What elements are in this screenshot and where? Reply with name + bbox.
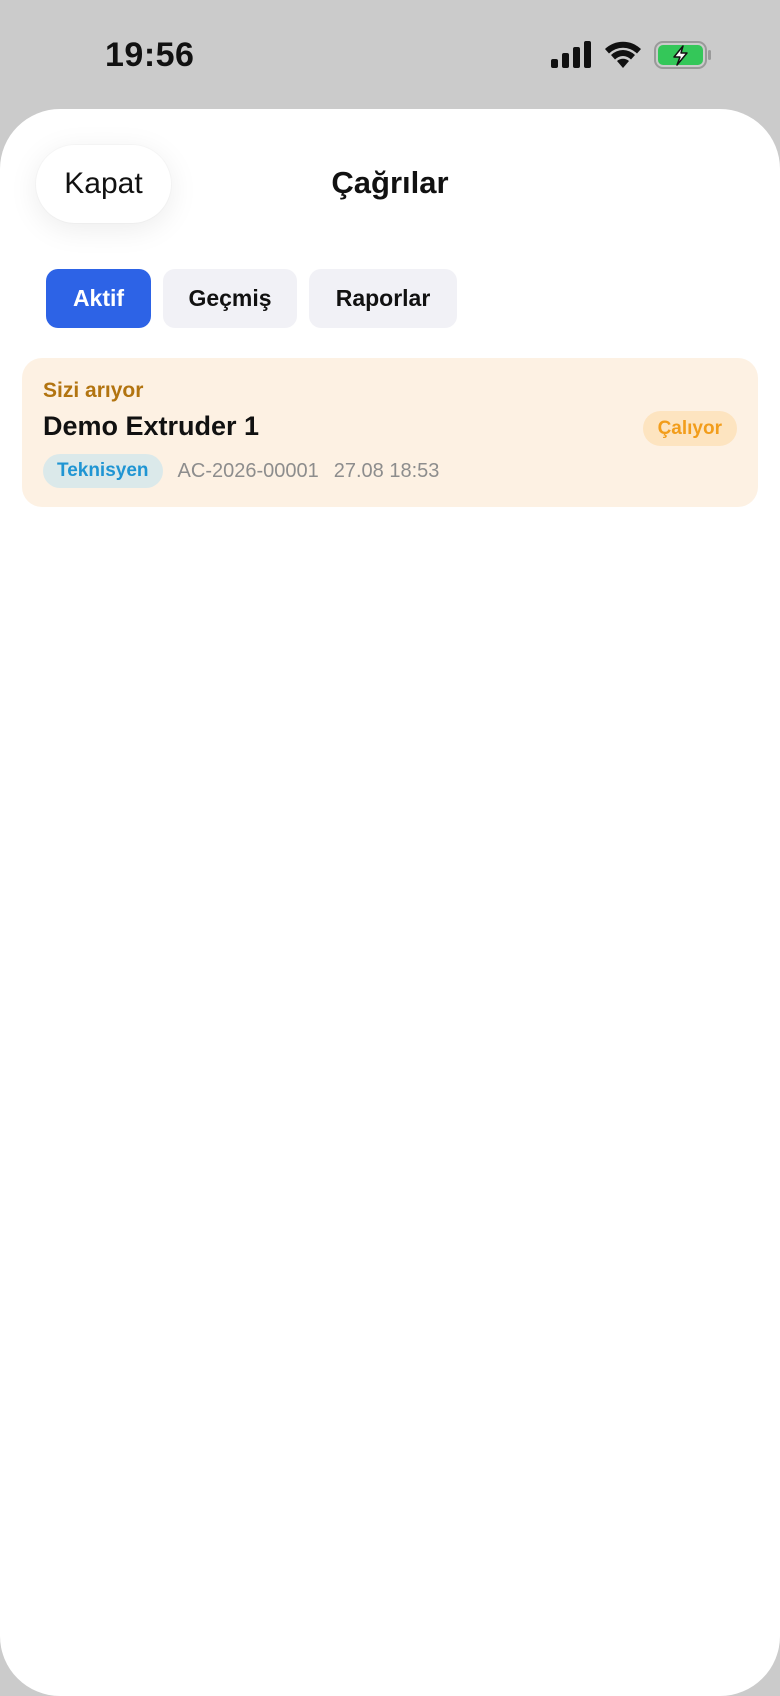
- wifi-icon: [605, 41, 641, 68]
- tab-reports[interactable]: Raporlar: [309, 269, 457, 328]
- call-datetime: 27.08 18:53: [333, 459, 440, 482]
- cellular-signal-icon: [551, 41, 591, 68]
- call-subtitle: Sizi arıyor: [43, 379, 144, 402]
- battery-charging-icon: [654, 41, 711, 69]
- call-card[interactable]: Sizi arıyor Demo Extruder 1 Çalıyor Tekn…: [22, 358, 758, 507]
- call-title: Demo Extruder 1: [43, 411, 260, 441]
- role-badge: Teknisyen: [43, 454, 163, 488]
- status-icons: [550, 40, 712, 70]
- page-title: Çağrılar: [331, 165, 449, 200]
- status-bar: 19:56: [0, 0, 780, 110]
- call-meta: Teknisyen AC-2026-00001 27.08 18:53: [43, 454, 439, 488]
- status-badge: Çalıyor: [642, 411, 737, 446]
- calls-sheet: Kapat Çağrılar Aktif Geçmiş Raporlar Siz…: [0, 109, 780, 1696]
- tab-history[interactable]: Geçmiş: [163, 269, 297, 328]
- tab-bar: Aktif Geçmiş Raporlar: [46, 269, 457, 328]
- call-code: AC-2026-00001: [177, 459, 319, 482]
- tab-active[interactable]: Aktif: [46, 269, 151, 328]
- status-time: 19:56: [105, 36, 195, 74]
